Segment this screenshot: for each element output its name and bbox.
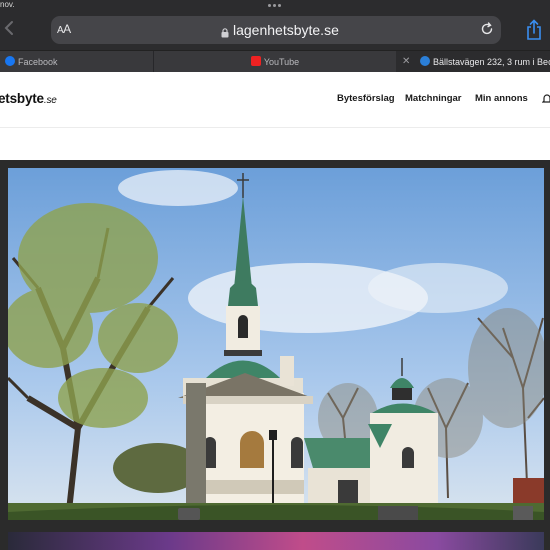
tab-youtube[interactable]: YouTube: [153, 51, 396, 73]
next-photo-preview[interactable]: [8, 532, 544, 550]
tab-label: Facebook: [18, 57, 58, 67]
nav-matchningar[interactable]: Matchningar: [405, 93, 461, 104]
nav-bytesforslag[interactable]: Bytesförslag: [337, 93, 395, 104]
tab-listing-title[interactable]: Bällstavägen 232, 3 rum i Bec: [420, 51, 550, 73]
browser-toolbar: nov. AA lagenhetsbyte.se: [0, 0, 550, 50]
status-time: nov.: [0, 0, 15, 9]
site-header: etsbyte.se Bytesförslag Matchningar Min …: [0, 72, 550, 128]
tab-strip: Facebook YouTube ✕ Bällstavägen 232, 3 r…: [0, 50, 550, 73]
lagenhetsbyte-icon: [420, 56, 430, 66]
youtube-icon: [250, 56, 261, 66]
address-bar[interactable]: AA lagenhetsbyte.se: [51, 16, 501, 44]
listing-gallery: [0, 160, 550, 550]
tab-close-icon[interactable]: ✕: [402, 51, 412, 73]
facebook-icon: [5, 56, 15, 66]
share-icon[interactable]: [525, 19, 543, 41]
reload-icon[interactable]: [479, 21, 495, 37]
tab-label: Bällstavägen 232, 3 rum i Bec: [433, 57, 550, 67]
site-logo[interactable]: etsbyte.se: [0, 91, 57, 106]
tab-label: YouTube: [263, 57, 300, 67]
multitask-grabber[interactable]: [268, 4, 282, 7]
bell-icon[interactable]: [541, 92, 550, 104]
reader-aa-button[interactable]: AA: [57, 22, 71, 36]
lock-icon: [221, 25, 229, 38]
listing-photo[interactable]: [8, 168, 544, 520]
web-page: etsbyte.se Bytesförslag Matchningar Min …: [0, 72, 550, 550]
back-chevron-icon[interactable]: [4, 20, 18, 38]
nav-min-annons[interactable]: Min annons: [475, 93, 528, 104]
url-text: lagenhetsbyte.se: [233, 22, 339, 38]
tab-facebook[interactable]: Facebook: [5, 51, 153, 73]
